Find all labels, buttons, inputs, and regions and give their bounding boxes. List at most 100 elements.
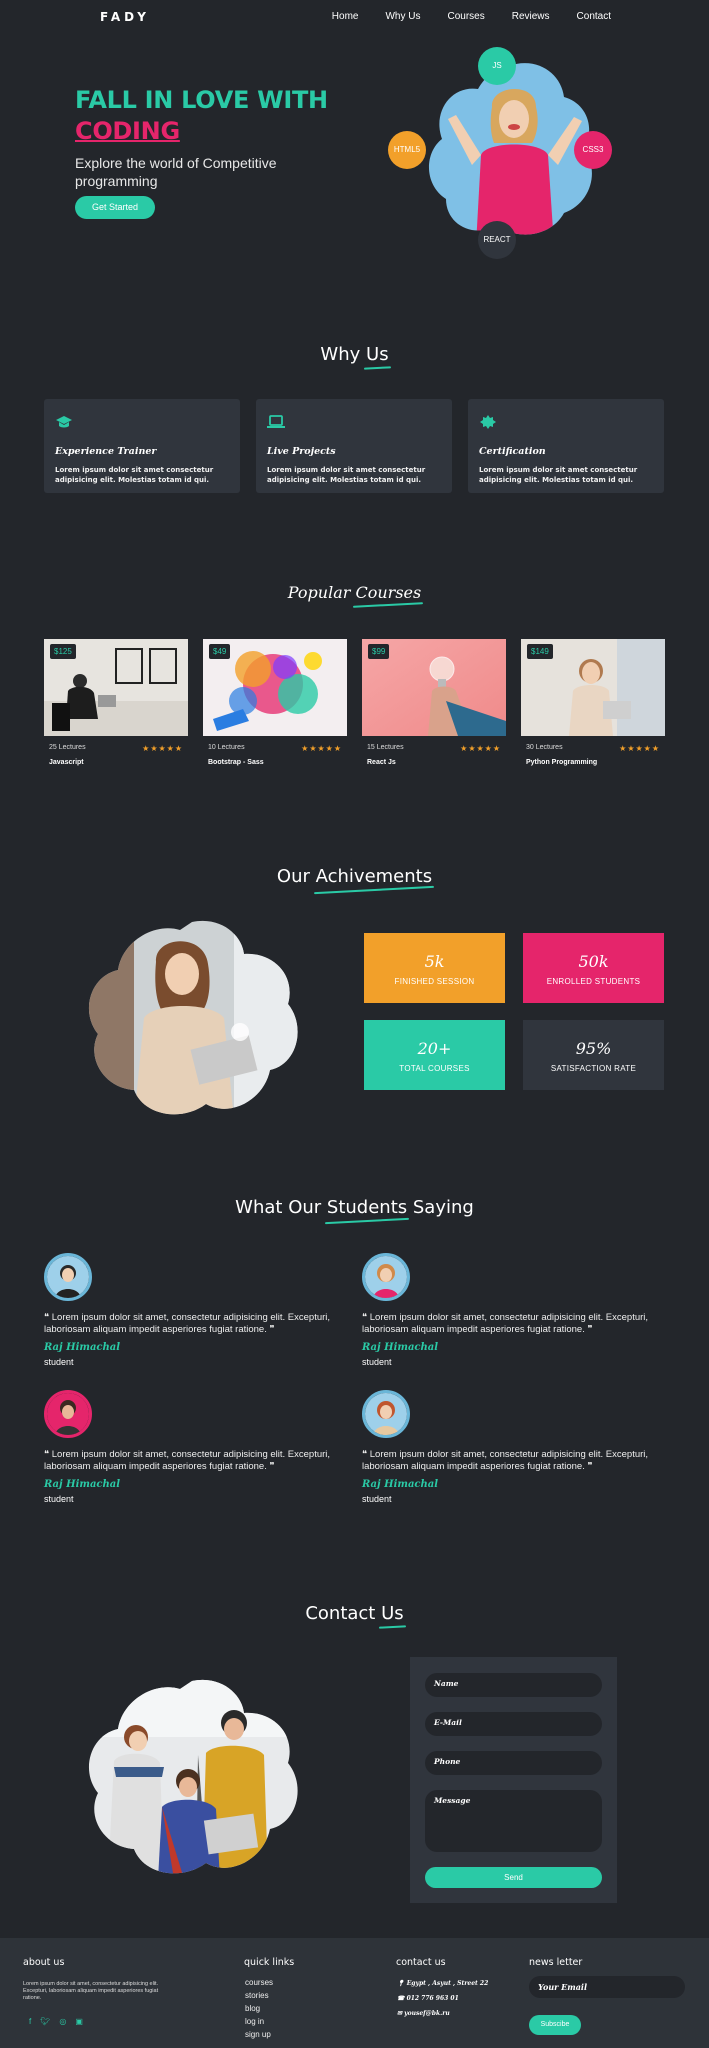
achievements-photo <box>88 920 298 1115</box>
hero-highlight: CODING <box>75 117 180 145</box>
hero-title: FALL IN LOVE WITH <box>75 86 328 114</box>
course-card[interactable]: $99 15 Lectures ★★★★★ React Js <box>362 639 506 766</box>
why-card-title: Live Projects <box>267 446 336 457</box>
course-name: Javascript <box>49 759 84 766</box>
map-pin-icon: 📍︎ <box>397 1980 407 1987</box>
why-card-certification: Certification Lorem ipsum dolor sit amet… <box>468 399 664 493</box>
price-badge: $49 <box>209 644 231 659</box>
avatar-image <box>365 1256 407 1298</box>
css3-badge: CSS3 <box>574 131 612 169</box>
message-field[interactable]: Message <box>425 1790 602 1852</box>
footer-link-courses[interactable]: courses <box>245 1978 273 1987</box>
testimonial-quote: ❝ Lorem ipsum dolor sit amet, consectetu… <box>44 1312 331 1335</box>
testimonials-title-part2: Students <box>326 1197 408 1218</box>
footer-phone: ☎ 012 776 963 01 <box>397 1991 488 2006</box>
footer-quick-links: courses stories blog log in sign up <box>245 1974 273 2039</box>
address-text: Egypt , Asyut , Street 22 <box>406 1980 489 1987</box>
instagram-icon[interactable]: ◎ <box>59 2017 66 2026</box>
student-role: student <box>44 1357 74 1367</box>
testimonials-title-part3: Saying <box>407 1197 474 1218</box>
rating-stars: ★★★★★ <box>142 744 183 753</box>
nav-link-contact[interactable]: Contact <box>577 11 611 22</box>
course-name: Bootstrap - Sass <box>208 759 264 766</box>
why-card-trainer: Experience Trainer Lorem ipsum dolor sit… <box>44 399 240 493</box>
nav-link-courses[interactable]: Courses <box>447 11 484 22</box>
twitter-icon[interactable]: 🐦︎ <box>40 2017 50 2026</box>
lecture-count: 25 Lectures <box>49 744 86 751</box>
social-links: f 🐦︎ ◎ ▣ <box>29 2017 83 2026</box>
stat-value: 95% <box>575 1039 612 1058</box>
courses-title: Popular Courses <box>0 583 709 602</box>
stat-value: 50k <box>578 952 609 971</box>
course-card[interactable]: $49 10 Lectures ★★★★★ Bootstrap - Sass <box>203 639 347 766</box>
nav-link-reviews[interactable]: Reviews <box>512 11 550 22</box>
phone-field[interactable]: Phone <box>425 1751 602 1775</box>
footer: about us Lorem ipsum dolor sit amet, con… <box>0 1938 709 2048</box>
nav-link-why-us[interactable]: Why Us <box>385 11 420 22</box>
quote-text: Lorem ipsum dolor sit amet, consectetur … <box>44 1449 331 1472</box>
lecture-count: 30 Lectures <box>526 744 563 751</box>
get-started-button[interactable]: Get Started <box>75 196 155 219</box>
student-name: Raj Himachal <box>362 1342 439 1353</box>
student-role: student <box>362 1494 392 1504</box>
linkedin-icon[interactable]: ▣ <box>75 2017 83 2026</box>
footer-link-signup[interactable]: sign up <box>245 2030 273 2039</box>
course-image: $99 <box>362 639 506 736</box>
testimonials-title-part1: What Our <box>235 1197 327 1218</box>
nav-link-home[interactable]: Home <box>332 11 359 22</box>
footer-links-heading: quick links <box>244 1957 295 1968</box>
testimonial-card: ❝ Lorem ipsum dolor sit amet, consectetu… <box>44 1390 364 1504</box>
testimonial-card: ❝ Lorem ipsum dolor sit amet, consectetu… <box>362 1390 682 1504</box>
footer-newsletter-heading: news letter <box>529 1957 583 1968</box>
avatar <box>362 1253 410 1301</box>
name-field[interactable]: Name <box>425 1673 602 1697</box>
why-card-text: Lorem ipsum dolor sit amet consectetur a… <box>55 466 214 484</box>
laptop-icon <box>267 415 285 428</box>
stat-label: TOTAL COURSES <box>399 1064 470 1073</box>
contact-title: Contact Us <box>0 1603 709 1624</box>
logo[interactable]: FADY <box>100 10 150 24</box>
student-role: student <box>44 1494 74 1504</box>
price-badge: $125 <box>50 644 76 659</box>
stat-enrolled-students: 50k ENROLLED STUDENTS <box>523 933 664 1003</box>
stat-total-courses: 20+ TOTAL COURSES <box>364 1020 505 1090</box>
avatar <box>44 1253 92 1301</box>
course-card[interactable]: $125 25 Lectures ★★★★★ Javascript <box>44 639 188 766</box>
testimonial-quote: ❝ Lorem ipsum dolor sit amet, consectetu… <box>362 1312 649 1335</box>
courses-title-part2: Courses <box>355 583 422 602</box>
footer-address: 📍︎ Egypt , Asyut , Street 22 <box>397 1976 488 1991</box>
footer-about-heading: about us <box>23 1957 65 1968</box>
why-card-text: Lorem ipsum dolor sit amet consectetur a… <box>479 466 638 484</box>
send-button[interactable]: Send <box>425 1867 602 1888</box>
lecture-count: 10 Lectures <box>208 744 245 751</box>
why-card-projects: Live Projects Lorem ipsum dolor sit amet… <box>256 399 452 493</box>
price-badge: $149 <box>527 644 553 659</box>
rating-stars: ★★★★★ <box>619 744 660 753</box>
footer-link-login[interactable]: log in <box>245 2017 273 2026</box>
rating-stars: ★★★★★ <box>460 744 501 753</box>
email-field[interactable]: E-Mail <box>425 1712 602 1736</box>
footer-link-blog[interactable]: blog <box>245 2004 273 2013</box>
price-badge: $99 <box>368 644 390 659</box>
course-card[interactable]: $149 30 Lectures ★★★★★ Python Programmin… <box>521 639 665 766</box>
footer-link-stories[interactable]: stories <box>245 1991 273 2000</box>
hero-illustration: JS HTML5 CSS3 REACT <box>386 45 626 259</box>
quote-text: Lorem ipsum dolor sit amet, consectetur … <box>44 1312 331 1335</box>
js-badge: JS <box>478 47 516 85</box>
newsletter-email-input[interactable]: Your Email <box>529 1976 685 1998</box>
stat-label: SATISFACTION RATE <box>550 1064 637 1073</box>
why-card-text: Lorem ipsum dolor sit amet consectetur a… <box>267 466 426 484</box>
course-meta: 30 Lectures ★★★★★ <box>521 744 665 753</box>
avatar <box>44 1390 92 1438</box>
subscribe-button[interactable]: Subscibe <box>529 2015 581 2035</box>
course-image: $125 <box>44 639 188 736</box>
phone-icon: ☎ <box>397 1995 407 2002</box>
contact-photo <box>88 1679 298 1874</box>
facebook-icon[interactable]: f <box>29 2017 31 2026</box>
stat-finished-session: 5k FINISHED SESSION <box>364 933 505 1003</box>
graduation-cap-icon <box>56 416 72 428</box>
rating-stars: ★★★★★ <box>301 744 342 753</box>
student-name: Raj Himachal <box>44 1479 121 1490</box>
contact-title-part2: Us <box>381 1603 404 1624</box>
react-badge: REACT <box>478 221 516 259</box>
